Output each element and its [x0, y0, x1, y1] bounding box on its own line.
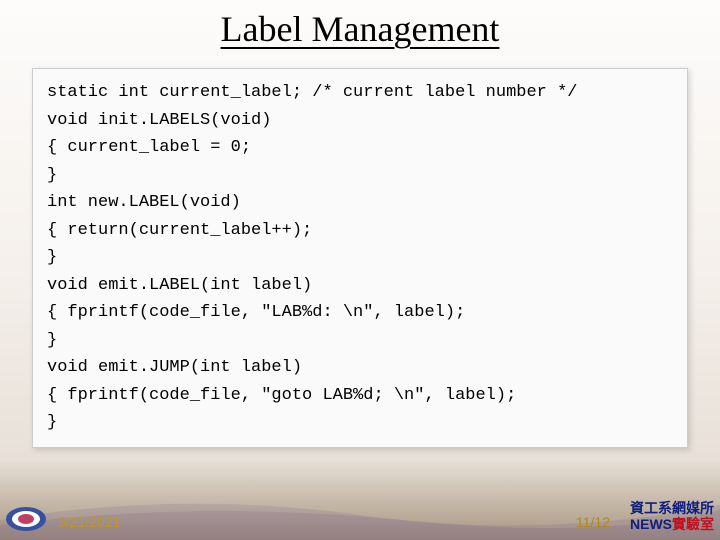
- slide-title: Label Management: [0, 0, 720, 50]
- code-line: void emit.JUMP(int label): [47, 358, 302, 377]
- code-line: void emit.LABEL(int label): [47, 276, 312, 295]
- logo-icon: [2, 504, 50, 534]
- slide-date: 5/21/2021: [58, 514, 120, 530]
- code-line: { fprintf(code_file, "LAB%d: \n", label)…: [47, 303, 465, 322]
- lab-line2: NEWS實驗室: [630, 516, 714, 532]
- code-line: { current_label = 0;: [47, 138, 251, 157]
- page-number: 11/12: [576, 514, 610, 530]
- code-line: }: [47, 331, 57, 350]
- code-line: }: [47, 248, 57, 267]
- code-block: static int current_label; /* current lab…: [32, 68, 688, 448]
- lab-label: 資工系網媒所 NEWS實驗室: [630, 500, 714, 532]
- code-line: { fprintf(code_file, "goto LAB%d; \n", l…: [47, 386, 516, 405]
- footer: 5/21/2021 11/12 資工系網媒所 NEWS實驗室: [0, 504, 720, 534]
- code-line: void init.LABELS(void): [47, 111, 271, 130]
- code-line: }: [47, 166, 57, 185]
- code-line: }: [47, 413, 57, 432]
- lab-line1: 資工系網媒所: [630, 500, 714, 516]
- code-line: int new.LABEL(void): [47, 193, 241, 212]
- code-line: { return(current_label++);: [47, 221, 312, 240]
- code-line: static int current_label; /* current lab…: [47, 83, 578, 102]
